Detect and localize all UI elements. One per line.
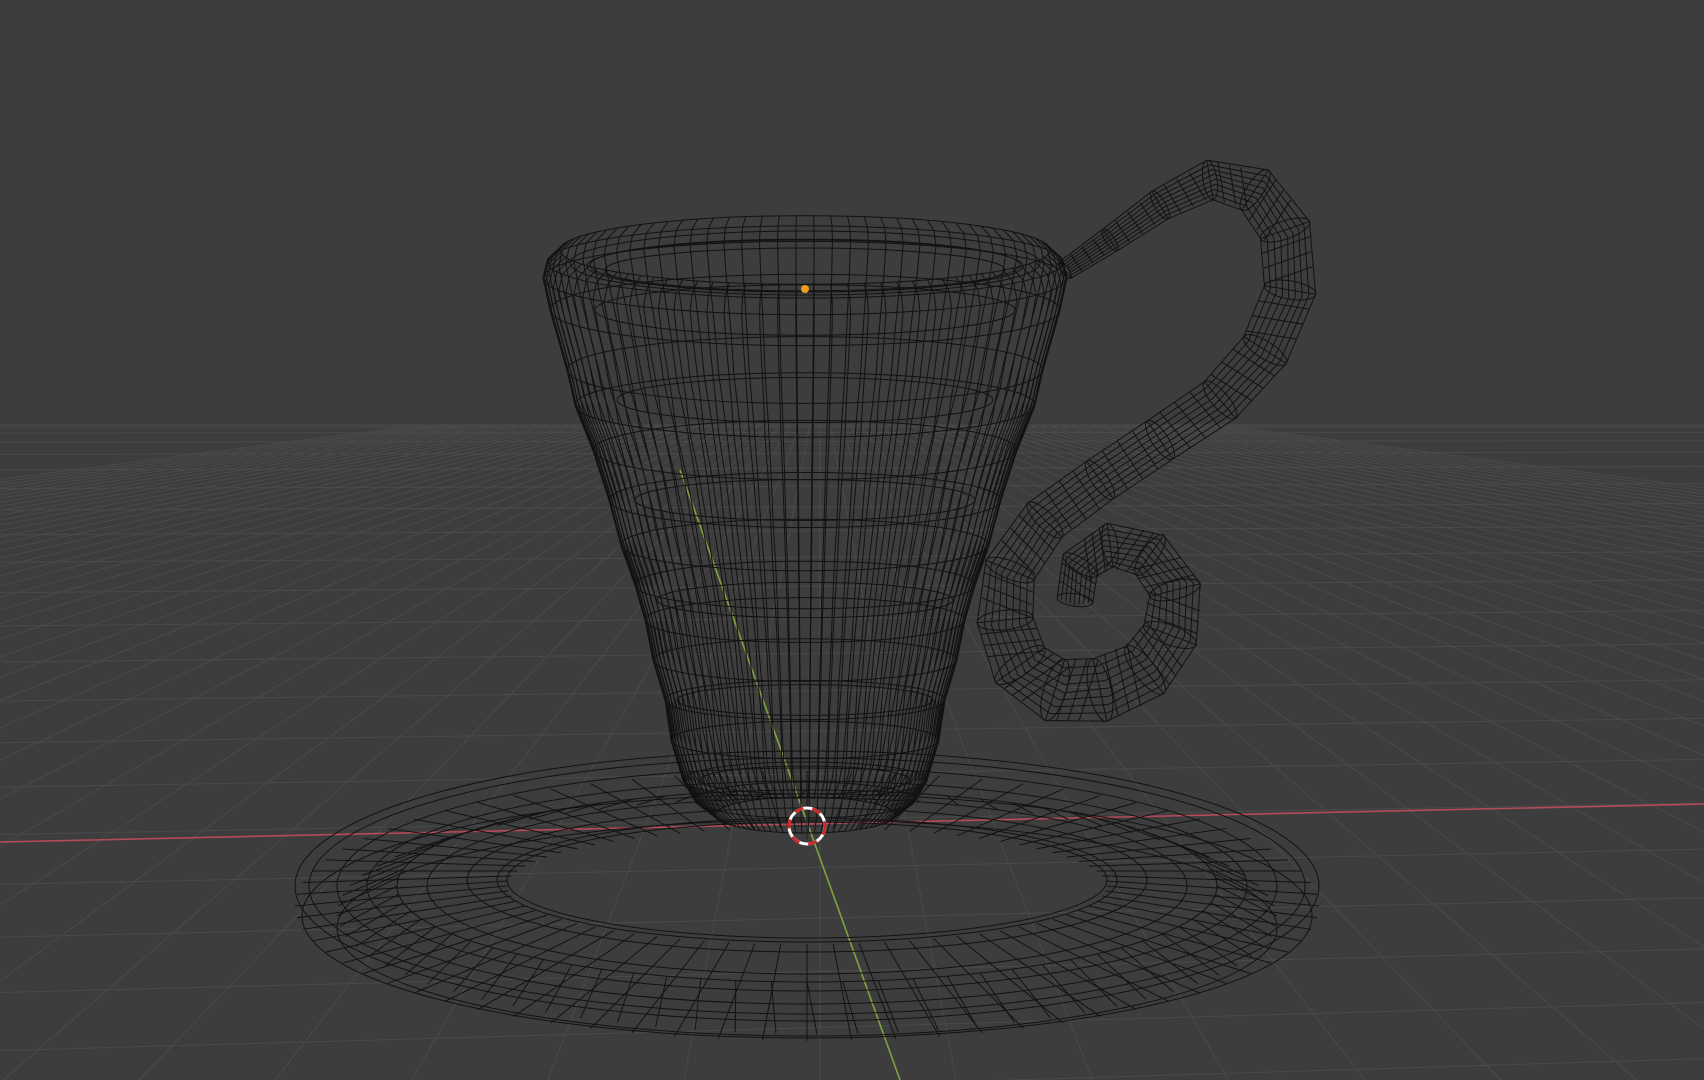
handle-loop (1143, 624, 1197, 646)
3d-viewport[interactable] (0, 0, 1704, 1080)
handle-loop (1251, 315, 1304, 325)
grid-line (1049, 424, 1704, 574)
grid-line (0, 424, 711, 761)
handle-loop (1067, 659, 1088, 721)
cup-meridian (543, 247, 716, 815)
cup-meridian (832, 217, 887, 799)
saucer-edge (342, 848, 536, 862)
handle-loop (1126, 643, 1142, 707)
saucer-edge (717, 942, 756, 1040)
saucer-wireframe[interactable] (294, 750, 1320, 1041)
grid-line (0, 424, 691, 702)
grid-line (0, 424, 611, 577)
grid-line (997, 1058, 1704, 1080)
grid-line (1119, 424, 1704, 527)
saucer-edge (337, 877, 399, 907)
saucer-edge (1215, 877, 1275, 907)
grid-line (0, 424, 521, 516)
handle-loop (1206, 160, 1214, 200)
saucer-edge (302, 875, 512, 884)
cup-meridian (826, 283, 869, 833)
saucer-edge (770, 981, 777, 1034)
saucer-edge (832, 943, 853, 1041)
cup-meridian (795, 215, 803, 798)
saucer-edge (1036, 922, 1200, 994)
grid-line (1069, 424, 1704, 558)
handle-loop (1248, 179, 1277, 221)
saucer-edge (1202, 910, 1264, 947)
grid-line (0, 551, 1704, 563)
grid-line (909, 424, 1704, 884)
saucer-edge (734, 980, 737, 1033)
saucer-edge (361, 852, 422, 877)
teacup-wireframe[interactable] (542, 215, 1068, 834)
grid-line (0, 948, 1704, 994)
handle-loop (1260, 220, 1310, 240)
handle-loop (1103, 653, 1119, 717)
object-origin-icon (801, 285, 809, 293)
saucer-edge (877, 980, 899, 1033)
grid-line (929, 424, 1704, 791)
handle-loop (1044, 659, 1066, 721)
saucer-edge (858, 942, 897, 1040)
grid-line (0, 848, 1704, 885)
saucer-edge (1096, 900, 1302, 942)
handle-loop (1189, 391, 1221, 429)
grid-line (0, 424, 551, 532)
grid-line (0, 424, 681, 678)
grid-line (0, 431, 1704, 434)
grid-line (1099, 424, 1704, 538)
handle-loop (1115, 648, 1130, 712)
saucer-edge (1102, 875, 1312, 884)
saucer-edge (513, 794, 636, 839)
saucer-edge (694, 978, 702, 1031)
grid-line (0, 424, 701, 729)
grid-line (949, 424, 1704, 727)
saucer-edge (806, 981, 818, 1035)
saucer-edge (1105, 880, 1318, 895)
grid-line (0, 424, 721, 800)
handle-loop (1092, 658, 1108, 722)
grid-line (0, 1002, 1704, 1052)
grid-line (0, 424, 431, 483)
grid-line (1109, 424, 1704, 532)
saucer-edge (933, 938, 1024, 1029)
cup-meridian (807, 215, 815, 798)
saucer-edge (312, 900, 518, 942)
grid-line (0, 643, 1704, 663)
grid-line (0, 440, 1704, 443)
cup-inner-ring (616, 376, 994, 424)
3d-cursor-icon[interactable] (787, 806, 827, 846)
saucer-edge (616, 972, 635, 1024)
saucer-edge (1161, 933, 1220, 976)
saucer-edge (590, 938, 681, 1029)
grid-line (0, 424, 581, 551)
grid-line (1129, 424, 1704, 522)
handle-edge (990, 188, 1278, 708)
viewport-canvas[interactable] (0, 0, 1704, 1080)
saucer-edge (909, 940, 983, 1034)
saucer-edge (342, 868, 404, 896)
grid-line (1159, 424, 1704, 509)
grid-line (0, 424, 621, 587)
saucer-edge (761, 943, 782, 1041)
grid-line (0, 424, 671, 658)
cup-ring (566, 336, 1044, 404)
grid-line (0, 424, 531, 521)
grid-line (989, 424, 1704, 644)
grid-line (1059, 424, 1704, 565)
grid-line (1189, 424, 1704, 498)
saucer-edge (655, 976, 668, 1027)
saucer-edge (631, 940, 705, 1034)
grid-line (2, 424, 761, 1080)
saucer-edge (978, 794, 1101, 839)
handle-edge (1018, 169, 1303, 677)
cup-ring (574, 372, 1036, 438)
